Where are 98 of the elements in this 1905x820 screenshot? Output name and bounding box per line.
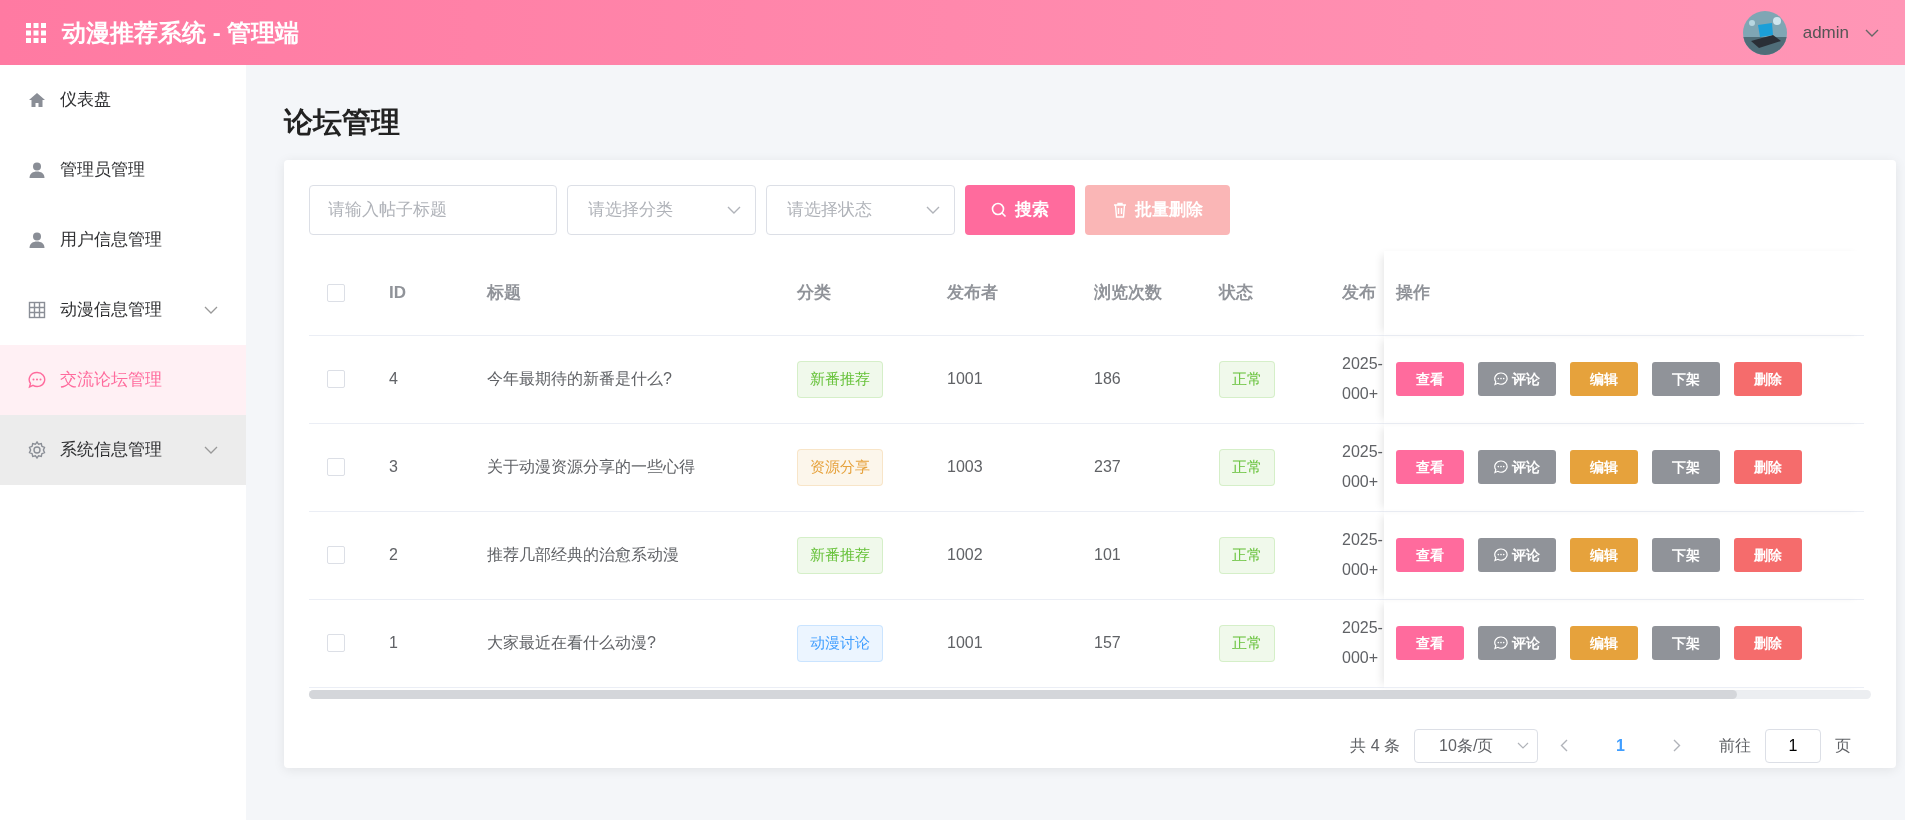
unpublish-button[interactable]: 下架 — [1652, 450, 1720, 485]
column-header: ID — [389, 282, 406, 305]
table-cell-text: 1001 — [947, 633, 983, 654]
title-search-field[interactable]: 请输入帖子标题 — [309, 184, 557, 235]
chevron-down-icon — [1517, 742, 1530, 750]
sidebar-item[interactable]: 系统信息管理 — [0, 415, 246, 485]
column-header: 操作 — [1396, 282, 1430, 305]
comment-button[interactable]: 评论 — [1478, 450, 1556, 485]
chat-icon — [1494, 548, 1508, 563]
comment-button[interactable]: 评论 — [1478, 362, 1556, 397]
checkbox[interactable] — [327, 634, 345, 653]
category-select[interactable]: 请选择分类 — [567, 184, 756, 235]
total-count: 共 4 条 — [1350, 735, 1401, 756]
unpublish-button[interactable]: 下架 — [1652, 538, 1720, 573]
table-cell-text: 2025- 000+ — [1342, 354, 1383, 405]
checkbox[interactable] — [327, 370, 345, 389]
table-cell-text: 2025- 000+ — [1342, 442, 1383, 493]
status-select[interactable]: 请选择状态 — [766, 184, 955, 235]
status-tag: 正常 — [1219, 449, 1275, 486]
search-icon — [991, 201, 1007, 218]
page-size-select[interactable]: 10条/页 — [1414, 728, 1539, 763]
column-header: 分类 — [797, 282, 831, 305]
table-cell-text: 大家最近在看什么动漫? — [487, 633, 656, 654]
comment-button[interactable]: 评论 — [1478, 538, 1556, 573]
table-cell-text: 推荐几部经典的治愈系动漫 — [487, 545, 679, 566]
delete-button[interactable]: 删除 — [1734, 450, 1802, 485]
chevron-down-icon — [204, 446, 218, 454]
category-tag: 新番推荐 — [797, 361, 883, 398]
goto-label: 前往 — [1719, 735, 1751, 756]
trash-icon — [1112, 201, 1127, 218]
column-header: 标题 — [487, 282, 521, 305]
checkbox[interactable] — [327, 458, 345, 477]
page-input[interactable]: 1 — [1765, 728, 1821, 763]
table-cell-text: 1 — [389, 633, 398, 654]
table-cell-text: 今年最期待的新番是什么? — [487, 369, 672, 390]
status-tag: 正常 — [1219, 625, 1275, 662]
unpublish-button[interactable]: 下架 — [1652, 626, 1720, 661]
column-header: 浏览次数 — [1094, 282, 1162, 305]
edit-button[interactable]: 编辑 — [1570, 538, 1638, 573]
column-header: 发布者 — [947, 282, 998, 305]
table-cell-text: 237 — [1094, 457, 1121, 478]
page-title: 论坛管理 — [284, 105, 401, 140]
table-cell-text: 3 — [389, 457, 398, 478]
view-button[interactable]: 查看 — [1396, 626, 1464, 661]
horizontal-scrollbar[interactable] — [309, 689, 1871, 699]
category-tag: 资源分享 — [797, 449, 883, 486]
status-tag: 正常 — [1219, 361, 1275, 398]
delete-button[interactable]: 删除 — [1734, 626, 1802, 661]
chevron-down-icon — [926, 205, 940, 214]
status-tag: 正常 — [1219, 537, 1275, 574]
chat-icon — [1494, 372, 1508, 387]
person-icon — [28, 161, 46, 179]
grid-icon — [28, 301, 46, 319]
edit-button[interactable]: 编辑 — [1570, 450, 1638, 485]
chevron-down-icon — [204, 306, 218, 314]
sidebar-item[interactable]: 交流论坛管理 — [0, 345, 246, 415]
delete-button[interactable]: 删除 — [1734, 362, 1802, 397]
table-cell-text: 157 — [1094, 633, 1121, 654]
search-button[interactable]: 搜索 — [965, 184, 1075, 235]
table-cell-text: 1002 — [947, 545, 983, 566]
checkbox[interactable] — [327, 546, 345, 565]
column-header: 状态 — [1219, 282, 1253, 305]
view-button[interactable]: 查看 — [1396, 362, 1464, 397]
settings-icon — [28, 441, 46, 459]
table-cell-text: 2025- 000+ — [1342, 530, 1383, 581]
home-icon — [28, 91, 46, 109]
view-button[interactable]: 查看 — [1396, 538, 1464, 573]
category-tag: 新番推荐 — [797, 537, 883, 574]
table-cell-text: 4 — [389, 369, 398, 390]
grid-icon — [26, 22, 46, 43]
chevron-right-icon[interactable] — [1673, 739, 1681, 753]
app-title: 动漫推荐系统 - 管理端 — [62, 17, 300, 48]
unpublish-button[interactable]: 下架 — [1652, 362, 1720, 397]
chevron-down-icon — [727, 205, 741, 214]
chevron-down-icon[interactable] — [1865, 28, 1879, 37]
table-cell-text: 186 — [1094, 369, 1121, 390]
chat-icon — [28, 371, 46, 389]
chat-icon — [1494, 636, 1508, 651]
chevron-left-icon[interactable] — [1560, 739, 1569, 753]
chat-icon — [1494, 460, 1508, 475]
user-name[interactable]: admin — [1802, 19, 1849, 46]
comment-button[interactable]: 评论 — [1478, 626, 1556, 661]
table-cell-text: 1003 — [947, 457, 983, 478]
table-cell-text: 101 — [1094, 545, 1121, 566]
table-cell-text: 2025- 000+ — [1342, 618, 1383, 669]
page-number[interactable]: 1 — [1590, 733, 1651, 758]
page-suffix: 页 — [1835, 735, 1851, 756]
checkbox[interactable] — [327, 283, 345, 302]
delete-button[interactable]: 删除 — [1734, 538, 1802, 573]
person-icon — [28, 231, 46, 249]
category-tag: 动漫讨论 — [797, 625, 883, 662]
edit-button[interactable]: 编辑 — [1570, 362, 1638, 397]
table-cell-text: 1001 — [947, 369, 983, 390]
edit-button[interactable]: 编辑 — [1570, 626, 1638, 661]
table-cell-text: 2 — [389, 545, 398, 566]
column-header: 发布 — [1342, 282, 1376, 305]
table-cell-text: 关于动漫资源分享的一些心得 — [487, 457, 695, 478]
view-button[interactable]: 查看 — [1396, 450, 1464, 485]
